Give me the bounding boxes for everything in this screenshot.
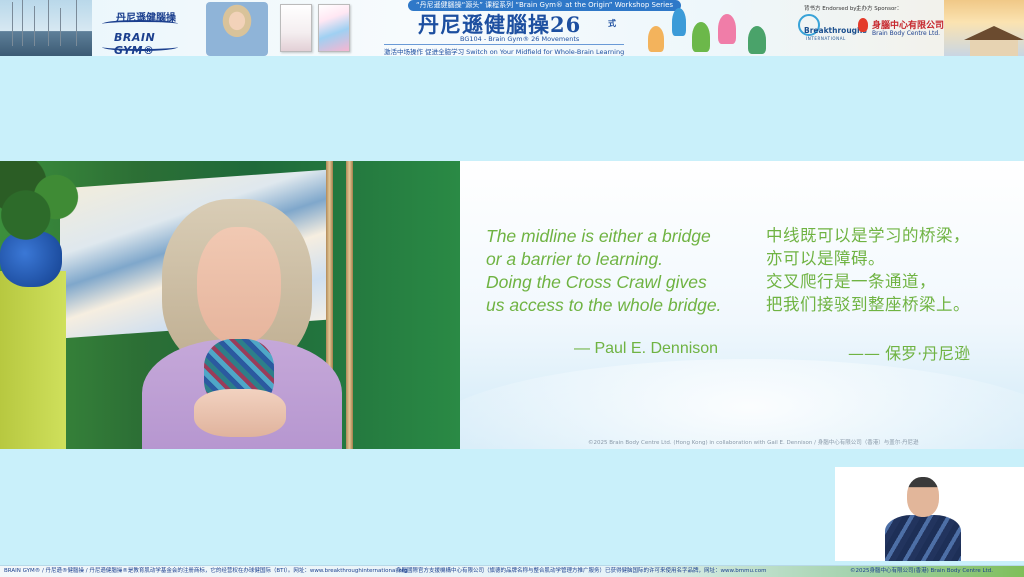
slide-wave-decoration xyxy=(460,359,1024,449)
endorsed-by-label: 背书方 Endorsed by： xyxy=(804,6,863,12)
kids-illustration xyxy=(718,14,736,44)
quote-en-line: or a barrier to learning. xyxy=(486,249,664,269)
flame-icon xyxy=(858,18,868,32)
quote-en-line: us access to the whole bridge. xyxy=(486,295,722,315)
author-photo xyxy=(206,2,268,56)
ticker-right-text: ©2025身腦中心有限公司(香港) Brain Body Centre Ltd. xyxy=(850,568,993,574)
speaker-person xyxy=(142,199,342,449)
ticker-left-text: BRAIN GYM® / 丹尼遜®健腦操 / 丹尼遜健腦操®是教育肌动学基金会的… xyxy=(4,568,408,574)
workshop-title-number: 26 xyxy=(550,12,582,37)
breakthroughs-logo: Breakthroughs INTERNATIONAL xyxy=(798,14,867,42)
quote-en-line: Doing the Cross Crawl gives xyxy=(486,272,707,292)
quote-cn-line: 中线既可以是学习的桥梁， xyxy=(766,226,970,245)
workshop-title-text: 丹尼遜健腦操 xyxy=(418,12,550,37)
workshop-tagline: 激活中场操作 促进全脑学习 Switch on Your Midfield fo… xyxy=(384,44,625,56)
book-cover-2 xyxy=(318,4,350,52)
quote-attribution-en: — Paul E. Dennison xyxy=(574,340,719,357)
kids-illustration xyxy=(672,8,686,36)
footer-ticker: BRAIN GYM® / 丹尼遜®健腦操 / 丹尼遜健腦操®是教育肌动学基金会的… xyxy=(0,565,1024,577)
endorser-subname: INTERNATIONAL xyxy=(806,36,846,41)
sponsor-label: 主办方 Sponsor： xyxy=(856,6,903,12)
presenter-video-feed[interactable] xyxy=(835,467,1024,561)
quote-cn-line: 亦可以是障碍。 xyxy=(766,249,885,268)
harbor-image xyxy=(0,0,92,56)
quote-attribution-cn: —— 保罗·丹尼逊 xyxy=(848,344,971,363)
brain-gym-logo: 丹尼遜健腦操 BRAIN GYM® xyxy=(100,8,182,56)
presenter-person xyxy=(885,475,961,561)
sponsor-en-name: Brain Body Centre Ltd. xyxy=(872,30,941,37)
house-body xyxy=(970,40,1018,56)
header-banner: 丹尼遜健腦操 BRAIN GYM® “丹尼遜健腦操“源头” 课程系列 “Brai… xyxy=(0,0,1024,56)
kids-illustration xyxy=(748,26,766,54)
quote-cn-line: 交叉爬行是一条通道， xyxy=(766,272,936,291)
quote-english: The midline is either a bridge or a barr… xyxy=(486,225,721,317)
quote-slide: The midline is either a bridge or a barr… xyxy=(460,161,1024,449)
quote-chinese: 中线既可以是学习的桥梁， 亦可以是障碍。 交叉爬行是一条通道， 把我们接驳到整座… xyxy=(766,224,970,316)
kids-illustration xyxy=(692,22,710,52)
logo-cn-text: 丹尼遜健腦操 xyxy=(116,13,176,24)
ticker-middle-text: 身腦國際官方支援機構中心有限公司（旗德的品牌名称与整合肌动学管理方推广服务）已获… xyxy=(396,568,767,574)
pillar xyxy=(0,271,66,449)
bamboo-pole xyxy=(346,161,353,449)
speaker-video-feed[interactable] xyxy=(0,161,460,449)
quote-en-line: The midline is either a bridge xyxy=(486,226,711,246)
kids-illustration xyxy=(648,26,664,52)
house-roof xyxy=(964,26,1024,40)
course-code: BG104 - Brain Gym® 26 Movements xyxy=(460,35,580,43)
slide-copyright: ©2025 Brain Body Centre Ltd. (Hong Kong)… xyxy=(588,440,919,446)
quote-cn-line: 把我们接驳到整座桥梁上。 xyxy=(766,295,970,314)
workshop-title-suffix: 式 xyxy=(608,19,616,28)
book-cover-1 xyxy=(280,4,312,52)
plant xyxy=(0,161,86,251)
